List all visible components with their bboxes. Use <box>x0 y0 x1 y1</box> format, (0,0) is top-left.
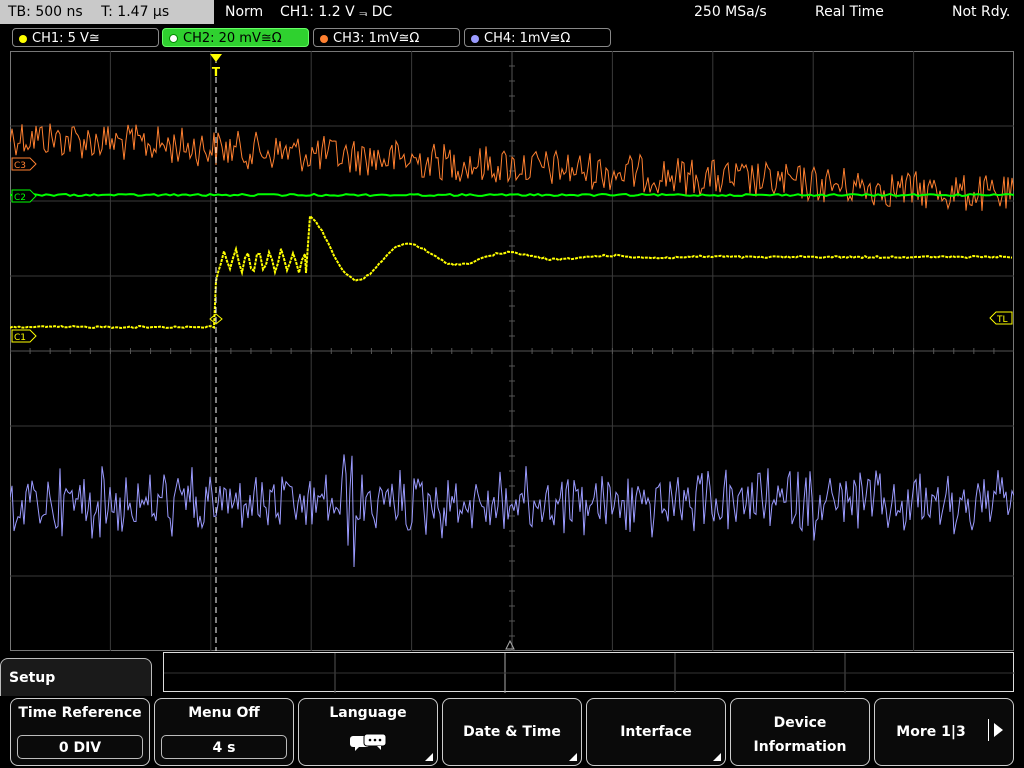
trigger-point-marker[interactable]: T <box>210 54 222 79</box>
softkey-title-line2: Information <box>753 739 847 755</box>
channel-tab-ch4[interactable]: CH4: 1mV≅Ω <box>464 28 611 47</box>
timebase-box[interactable]: TB: 500 ns T: 1.47 µs <box>0 0 214 24</box>
date-time-button[interactable]: Date & Time <box>442 698 582 766</box>
time-reference-button[interactable]: Time Reference 0 DIV <box>10 698 150 766</box>
center-reference-icon <box>505 639 515 650</box>
timebase: TB: 500 ns <box>8 4 83 20</box>
trigger-mode[interactable]: Norm <box>225 0 263 24</box>
acquisition-mode: Real Time <box>815 4 884 20</box>
svg-text:C1: C1 <box>14 333 26 343</box>
interface-button[interactable]: Interface <box>586 698 726 766</box>
ch2-dot-icon <box>169 34 178 43</box>
submenu-corner-icon <box>713 753 721 761</box>
ch1-waveform <box>10 213 1013 330</box>
overview-strip <box>163 652 1015 693</box>
softkey-title: Menu Off <box>188 705 260 721</box>
channel-tab-ch2[interactable]: CH2: 20 mV≅Ω <box>162 28 309 47</box>
svg-text:TL: TL <box>996 315 1008 325</box>
trigger-level-marker[interactable]: TL <box>989 311 1013 325</box>
time-reference-value: 0 DIV <box>17 735 143 759</box>
channel-tab-ch3[interactable]: CH3: 1mV≅Ω <box>313 28 460 47</box>
softkey-title: Time Reference <box>18 705 142 721</box>
ch1-offset-marker[interactable]: C1 <box>11 329 37 343</box>
graticule <box>10 51 1014 651</box>
sample-rate: 250 MSa/s <box>694 4 767 20</box>
softkey-title: More 1|3 <box>896 724 966 740</box>
ch4-dot-icon <box>471 34 479 43</box>
ch3-dot-icon <box>320 34 328 43</box>
menu-off-value: 4 s <box>161 735 287 759</box>
channel-tab-ch1[interactable]: CH1: 5 V≅ <box>12 28 159 47</box>
waveform-canvas: T C3 C2 C1 TL <box>10 51 1014 651</box>
channel-label: CH2: 20 mV≅Ω <box>183 31 282 46</box>
menu-title: Setup <box>0 658 152 696</box>
softkey-title-line1: Device <box>773 715 827 731</box>
status-bar: TB: 500 ns T: 1.47 µs Norm CH1: 1.2 V ⫬ … <box>0 0 1024 24</box>
divider <box>988 719 989 741</box>
more-button[interactable]: More 1|3 <box>874 698 1014 766</box>
trigger-time: T: 1.47 µs <box>101 4 170 20</box>
acquisition-status: Not Rdy. <box>952 4 1011 20</box>
softkey-title: Interface <box>620 724 692 740</box>
language-button[interactable]: Language <box>298 698 438 766</box>
trigger-settings[interactable]: CH1: 1.2 V ⫬ DC <box>280 0 392 24</box>
right-arrow-icon <box>994 723 1003 737</box>
channel-label: CH4: 1mV≅Ω <box>484 31 571 46</box>
softkey-title: Date & Time <box>463 724 561 740</box>
speech-bubbles-icon <box>350 733 387 751</box>
softkey-title: Language <box>329 705 407 721</box>
channel-label: CH3: 1mV≅Ω <box>333 31 420 46</box>
submenu-corner-icon <box>425 753 433 761</box>
menu-off-button[interactable]: Menu Off 4 s <box>154 698 294 766</box>
waveform-display[interactable]: T C3 C2 C1 TL <box>10 51 1014 651</box>
svg-text:C2: C2 <box>14 193 26 203</box>
ch1-dot-icon <box>19 34 27 43</box>
channel-label: CH1: 5 V≅ <box>32 31 100 46</box>
submenu-corner-icon <box>569 753 577 761</box>
device-information-button[interactable]: Device Information <box>730 698 870 766</box>
svg-text:C3: C3 <box>14 161 26 171</box>
trigger-point-label: T <box>212 65 221 79</box>
ch3-offset-marker[interactable]: C3 <box>11 157 37 171</box>
